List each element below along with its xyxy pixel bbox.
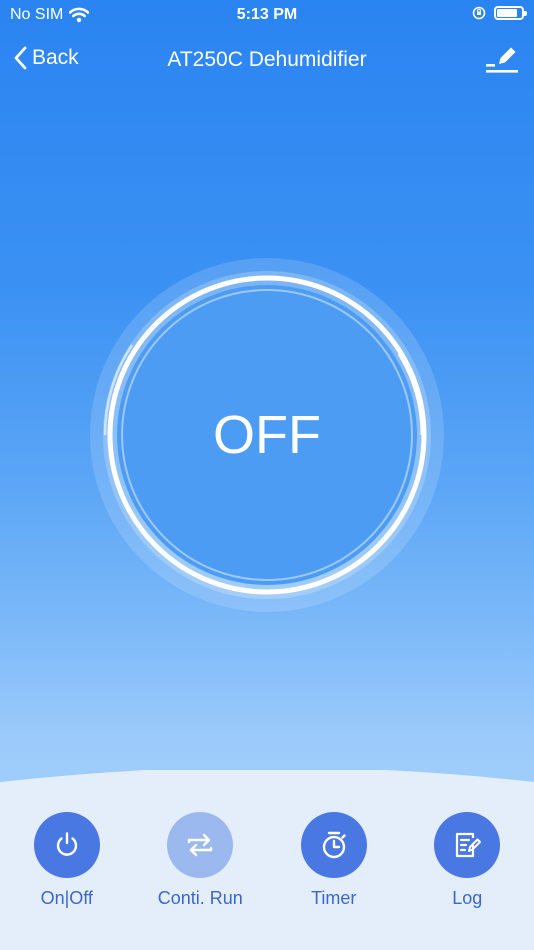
timer-button[interactable]: Timer (267, 812, 401, 909)
app-screen: No SIM 5:13 PM Back AT250C Dehumidifier … (0, 0, 534, 950)
continuous-run-button-circle (167, 812, 234, 878)
timer-label: Timer (311, 888, 357, 908)
log-icon (456, 832, 482, 858)
log-button-circle (434, 812, 501, 878)
nav-bar: Back AT250C Dehumidifier (0, 38, 534, 82)
status-right (472, 6, 527, 20)
edit-icon (486, 47, 518, 73)
page-title: AT250C Dehumidifier (167, 48, 367, 71)
control-bar: On|Off Conti. Run Timer Log (0, 812, 534, 909)
log-label: Log (452, 888, 483, 908)
battery-level (497, 9, 518, 17)
continuous-run-button[interactable]: Conti. Run (134, 812, 268, 909)
continuous-run-icon (188, 833, 213, 857)
orientation-lock-icon (472, 6, 486, 20)
power-button-circle (33, 812, 100, 878)
power-state-label[interactable]: OFF (87, 255, 447, 615)
power-toggle-button[interactable]: On|Off (0, 812, 134, 909)
status-time: 5:13 PM (236, 6, 298, 23)
battery-icon (494, 6, 527, 20)
power-label: On|Off (40, 888, 93, 908)
continuous-run-label: Conti. Run (157, 888, 243, 908)
power-icon (56, 832, 77, 856)
timer-button-circle (300, 812, 367, 878)
status-bar: No SIM 5:13 PM (0, 0, 534, 30)
log-button[interactable]: Log (401, 812, 534, 909)
timer-icon (322, 831, 346, 859)
edit-button[interactable] (484, 42, 520, 78)
